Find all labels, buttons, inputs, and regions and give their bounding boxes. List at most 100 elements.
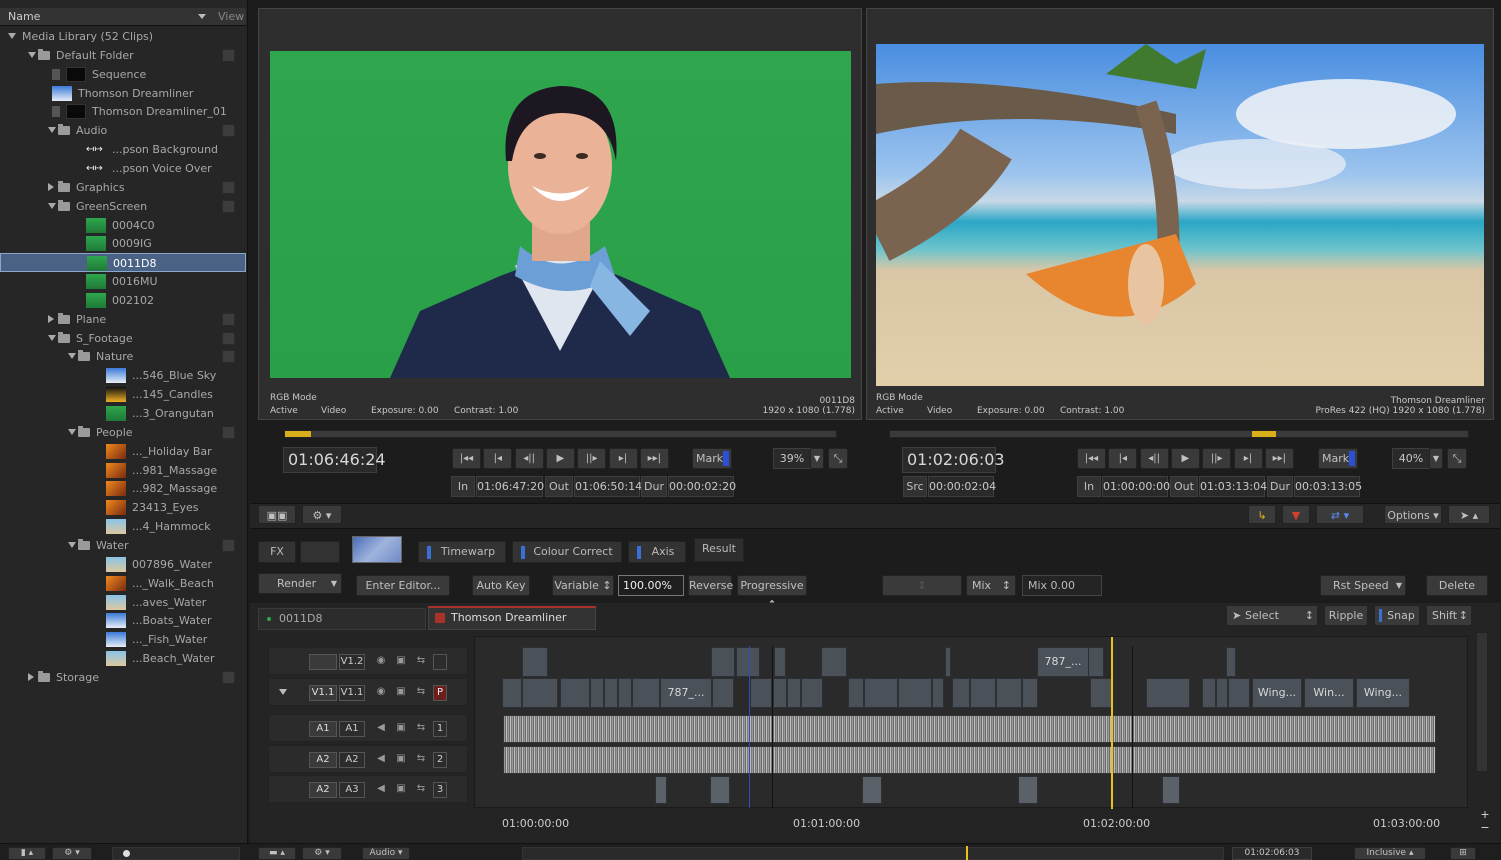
track-number[interactable]: P <box>433 685 447 701</box>
video-clip[interactable] <box>932 678 944 708</box>
vertical-scrollbar[interactable] <box>1476 632 1488 772</box>
library-item[interactable]: ...aves_Water <box>0 593 246 612</box>
visibility-checkbox[interactable] <box>222 538 235 552</box>
library-item[interactable]: People <box>0 423 246 442</box>
enter-editor-button[interactable]: Enter Editor... <box>356 575 450 596</box>
track-source-patch[interactable]: V1.1 <box>309 685 337 701</box>
record-scrub-bar[interactable] <box>889 430 1469 438</box>
track-record-label[interactable]: V1.2 <box>339 654 365 670</box>
video-clip[interactable] <box>1088 647 1104 677</box>
library-item[interactable]: ↤↦ ...pson Voice Over <box>0 159 246 178</box>
zoom-in-icon[interactable]: + <box>1478 808 1492 821</box>
effect-tab[interactable]: Timewarp <box>418 541 506 563</box>
sync-icon[interactable]: ⇆ <box>415 753 427 765</box>
sync-icon[interactable]: ⇆ <box>415 686 427 698</box>
lock-icon[interactable]: ▣ <box>395 753 407 765</box>
source-mark-button[interactable]: Mark <box>692 448 732 469</box>
video-clip[interactable] <box>898 678 932 708</box>
speed-input[interactable]: 100.00% <box>618 575 684 596</box>
video-clip[interactable] <box>502 678 522 708</box>
library-item[interactable]: Media Library (52 Clips) <box>0 27 246 46</box>
expand-down-icon[interactable] <box>68 541 76 548</box>
video-clip[interactable] <box>618 678 632 708</box>
lock-icon[interactable]: ▣ <box>395 783 407 795</box>
track-record-label[interactable]: A3 <box>339 782 365 798</box>
mix-dropdown[interactable]: Mix ↕ <box>966 575 1016 596</box>
library-item[interactable]: Sequence <box>0 65 246 84</box>
track-header[interactable]: A2 A2 ◀ ▣ ⇆ 2 <box>268 745 468 773</box>
rst-speed-button[interactable]: Rst Speed ▼ <box>1320 575 1406 596</box>
video-clip[interactable] <box>848 678 864 708</box>
video-clip[interactable] <box>945 647 951 677</box>
effect-tab[interactable]: Axis <box>628 541 686 563</box>
video-clip[interactable] <box>1228 678 1250 708</box>
pointer-icon[interactable]: ➤ ▴ <box>1448 505 1490 524</box>
library-item[interactable]: ...981_Massage <box>0 461 246 480</box>
record-zoom-dropdown[interactable]: ▼ <box>1429 448 1443 469</box>
video-clip[interactable] <box>1146 678 1190 708</box>
library-gear-icon[interactable]: ⚙ ▾ <box>52 847 92 860</box>
expand-down-icon[interactable] <box>48 202 56 209</box>
library-item[interactable]: ..._Holiday Bar <box>0 442 246 461</box>
track-header[interactable]: A1 A1 ◀ ▣ ⇆ 1 <box>268 714 468 742</box>
auto-key-button[interactable]: Auto Key <box>472 575 530 596</box>
select-tool-dropdown[interactable]: ➤ Select ↕ <box>1226 605 1318 626</box>
video-clip[interactable] <box>801 678 823 708</box>
replace-edit-icon[interactable]: ⇄ ▾ <box>1316 505 1364 524</box>
track-source-patch[interactable]: A2 <box>309 752 337 768</box>
track-source-patch[interactable]: A1 <box>309 721 337 737</box>
video-clip[interactable] <box>1202 678 1216 708</box>
record-timecode[interactable]: 01:02:06:03 <box>902 447 1005 473</box>
timeline-gear-icon[interactable]: ⚙ ▾ <box>302 847 342 860</box>
playhead[interactable] <box>1111 637 1113 809</box>
video-clip[interactable] <box>952 678 970 708</box>
source-timecode[interactable]: 01:06:46:24 <box>283 447 386 473</box>
library-item[interactable]: 0004C0 <box>0 216 246 235</box>
visibility-checkbox[interactable] <box>222 425 235 439</box>
library-item[interactable]: ...3_Orangutan <box>0 404 246 423</box>
video-clip[interactable] <box>774 647 786 677</box>
bottom-timecode[interactable]: 01:02:06:03 <box>1232 847 1312 860</box>
library-item[interactable]: 002102 <box>0 291 246 310</box>
video-clip[interactable]: Wing... <box>1252 678 1302 708</box>
library-item[interactable]: S_Footage <box>0 329 246 348</box>
video-clip[interactable] <box>712 678 734 708</box>
record-dur-timecode[interactable]: 00:03:13:05 <box>1294 476 1362 497</box>
timeline-tab-record[interactable]: Thomson Dreamliner <box>428 606 596 630</box>
step-forward-icon[interactable]: ||▸ <box>577 448 607 469</box>
play-icon[interactable]: ▶ <box>545 448 575 469</box>
effect-thumbnail[interactable] <box>352 536 402 563</box>
video-clip[interactable] <box>590 678 604 708</box>
mix-value-input[interactable]: Mix 0.00 <box>1022 575 1102 596</box>
library-layout-icon[interactable]: ▮ ▴ <box>8 847 46 860</box>
audio-waveform-a2[interactable] <box>503 746 1436 774</box>
visibility-checkbox[interactable] <box>222 199 235 213</box>
library-item[interactable]: 0009IG <box>0 234 246 253</box>
source-scrub-bar[interactable] <box>284 430 837 438</box>
library-item[interactable]: Graphics <box>0 178 246 197</box>
chevron-down-icon[interactable] <box>198 14 206 19</box>
visibility-checkbox[interactable] <box>222 331 235 345</box>
fx-button[interactable]: FX <box>258 541 296 563</box>
reverse-button[interactable]: Reverse <box>688 575 733 596</box>
fit-timeline-icon[interactable]: ⊞ <box>1450 847 1476 860</box>
expand-down-icon[interactable] <box>68 428 76 435</box>
library-item[interactable]: Plane <box>0 310 246 329</box>
result-tab[interactable]: Result <box>694 538 744 562</box>
source-fit-icon[interactable]: ⤡ <box>828 448 848 469</box>
library-item[interactable]: Storage <box>0 668 246 687</box>
delete-button[interactable]: Delete <box>1426 575 1488 596</box>
timeline-ruler[interactable]: 01:00:00:00 01:01:00:00 01:02:00:00 01:0… <box>474 810 1468 834</box>
record-mark-button[interactable]: Mark <box>1318 448 1358 469</box>
expand-down-icon[interactable] <box>48 334 56 341</box>
audio-waveform-a1[interactable] <box>503 715 1436 743</box>
library-item[interactable]: ...145_Candles <box>0 385 246 404</box>
expand-right-icon[interactable] <box>48 182 54 191</box>
library-item[interactable]: ..._Walk_Beach <box>0 574 246 593</box>
source-scrub-handle[interactable] <box>285 431 311 437</box>
step-forward-icon[interactable]: ||▸ <box>1202 448 1232 469</box>
library-item[interactable]: ...982_Massage <box>0 479 246 498</box>
video-clip[interactable] <box>604 678 618 708</box>
library-item[interactable]: ↤↦ ...pson Background <box>0 140 246 159</box>
overwrite-edit-icon[interactable]: ▼ <box>1282 505 1310 524</box>
